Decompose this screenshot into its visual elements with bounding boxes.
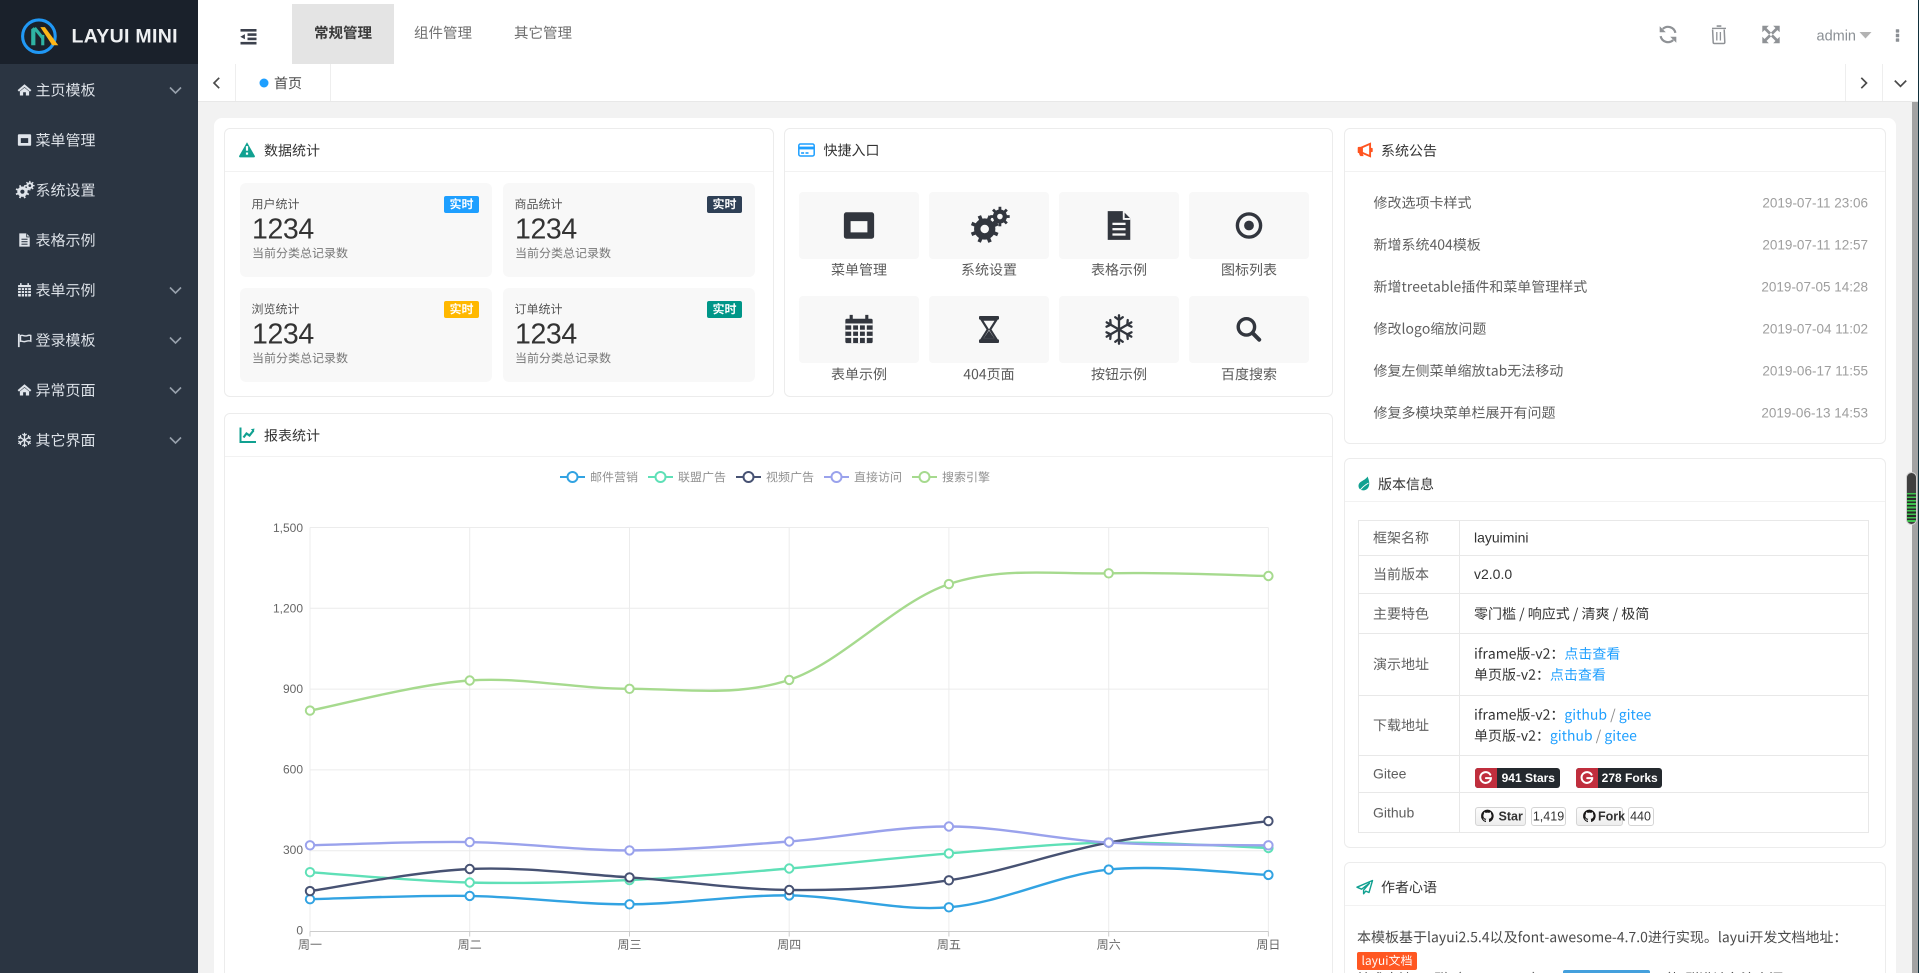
svg-text:1234: 1234 [252, 319, 314, 351]
svg-text:300: 300 [283, 843, 303, 857]
svg-text:941 Stars: 941 Stars [1502, 771, 1556, 785]
svg-text:layuimini: layuimini [1474, 529, 1528, 545]
svg-text:admin: admin [1817, 29, 1857, 45]
svg-text:278 Forks: 278 Forks [1602, 771, 1658, 785]
svg-text:v2.0.0: v2.0.0 [1474, 566, 1512, 582]
svg-text:Github: Github [1373, 804, 1414, 820]
svg-text:Star: Star [1499, 810, 1523, 824]
svg-text:Gitee: Gitee [1373, 765, 1407, 781]
svg-text:2019-07-11 23:06: 2019-07-11 23:06 [1762, 196, 1868, 211]
svg-text:440: 440 [1630, 810, 1651, 824]
svg-text:2019-07-05 14:28: 2019-07-05 14:28 [1761, 280, 1868, 295]
svg-text:2019-06-13 14:53: 2019-06-13 14:53 [1761, 406, 1868, 421]
svg-text:2019-06-17 11:55: 2019-06-17 11:55 [1762, 364, 1868, 379]
svg-text:600: 600 [283, 762, 303, 776]
svg-text:1234: 1234 [252, 214, 314, 246]
svg-text:2019-07-11 12:57: 2019-07-11 12:57 [1762, 238, 1868, 253]
svg-text:1,500: 1,500 [273, 521, 303, 535]
svg-text:0: 0 [296, 923, 303, 937]
svg-text:1,200: 1,200 [273, 601, 303, 615]
svg-text:1,419: 1,419 [1533, 810, 1564, 824]
svg-text:Fork: Fork [1598, 810, 1625, 824]
svg-text:1234: 1234 [515, 214, 577, 246]
svg-text:900: 900 [283, 682, 303, 696]
svg-text:2019-07-04 11:02: 2019-07-04 11:02 [1762, 322, 1868, 337]
svg-text:1234: 1234 [515, 319, 577, 351]
svg-text:LAYUI MINI: LAYUI MINI [72, 25, 178, 47]
